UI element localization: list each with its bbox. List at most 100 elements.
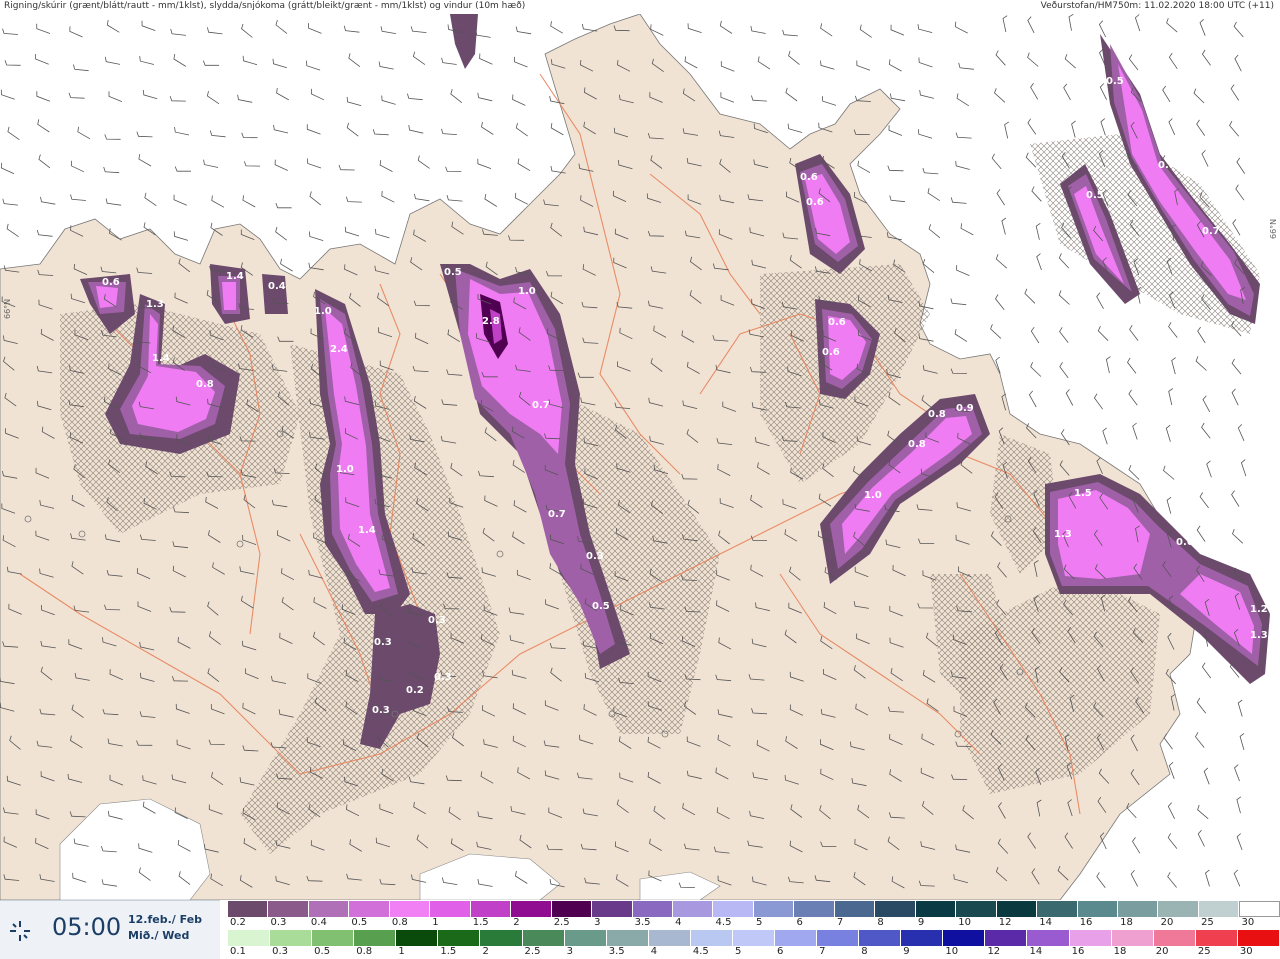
snow-scale-label: 25 xyxy=(1201,917,1214,928)
snow-swatch xyxy=(996,901,1038,917)
rain-scale-label: 7 xyxy=(819,946,826,957)
snow-scale-label: 7 xyxy=(836,917,844,928)
forecast-date: 12.feb./ Feb xyxy=(128,913,203,926)
animation-icon[interactable] xyxy=(8,919,32,943)
snow-scale-label: 4.5 xyxy=(715,917,732,928)
snow-scale-label: 9 xyxy=(917,917,925,928)
snow-scale-label: 1.5 xyxy=(472,917,489,928)
value-label: 0.8 xyxy=(908,439,926,450)
snow-swatch xyxy=(753,901,795,917)
rain-swatch xyxy=(438,930,481,946)
snow-swatch xyxy=(834,901,876,917)
value-label: 0.7 xyxy=(532,400,550,411)
value-label: 1.0 xyxy=(336,464,354,475)
snow-swatch xyxy=(1117,901,1159,917)
rain-scale-label: 18 xyxy=(1113,946,1127,957)
value-label: 1.3 xyxy=(1054,529,1072,540)
value-label: 2.4 xyxy=(330,344,348,355)
snow-swatch xyxy=(956,901,997,917)
rain-swatch xyxy=(1027,930,1070,946)
rain-swatch xyxy=(270,930,313,946)
value-label: 0.6 xyxy=(806,197,824,208)
rain-swatch xyxy=(354,930,397,946)
snow-scale-label: 30 xyxy=(1241,917,1255,928)
value-label: 0.7 xyxy=(1202,226,1220,237)
rain-scale-label: 25 xyxy=(1197,946,1211,957)
value-label: 0.3 xyxy=(374,637,392,648)
rain-swatch xyxy=(1069,930,1112,946)
snow-swatch xyxy=(268,901,309,917)
snow-swatch xyxy=(1037,901,1078,917)
value-label: 0.7 xyxy=(1158,160,1176,171)
rain-scale-label: 1 xyxy=(398,946,405,957)
snow-scale-label: 20 xyxy=(1160,917,1174,928)
snow-scale-labels: 0.2 0.3 0.4 0.5 0.8 1 1.5 2 2.5 3 3.5 4 4.5 5 6 7 8 9 10 12… xyxy=(228,917,1280,929)
rain-swatch xyxy=(732,930,776,946)
rain-scale-label: 0.8 xyxy=(356,946,373,957)
rain-scale-label: 0.5 xyxy=(314,946,331,957)
snow-swatch xyxy=(592,901,633,917)
snow-swatch xyxy=(632,901,673,917)
value-label: 0.7 xyxy=(548,509,566,520)
rain-scale-label: 1.5 xyxy=(440,946,457,957)
snow-swatch xyxy=(308,901,350,917)
value-label: 1.4 xyxy=(358,525,376,536)
rain-swatch xyxy=(775,930,818,946)
rain-scale-label: 9 xyxy=(903,946,910,957)
snow-swatch xyxy=(915,901,957,917)
snow-swatches xyxy=(228,901,1280,917)
rain-swatch xyxy=(312,930,355,946)
snow-scale-label: 4 xyxy=(675,917,682,928)
rain-scale-label: 30 xyxy=(1239,946,1253,957)
rain-swatch xyxy=(1111,930,1154,946)
value-label: 0.3 xyxy=(428,615,446,626)
snow-scale-label: 2.5 xyxy=(553,917,570,928)
rain-swatch xyxy=(817,930,860,946)
rain-swatch xyxy=(985,930,1028,946)
snow-swatch xyxy=(1158,901,1199,917)
value-label: 1.0 xyxy=(864,490,882,501)
model-run-label: Veðurstofan/HM750m: 11.02.2020 18:00 UTC… xyxy=(1040,1,1274,11)
rain-scale-label: 14 xyxy=(1029,946,1043,957)
value-label: 1.0 xyxy=(314,306,332,317)
value-label: 0.9 xyxy=(956,403,974,414)
value-label: 1.4 xyxy=(152,353,170,364)
snow-scale-label: 3.5 xyxy=(634,917,651,928)
value-label: 0.6 xyxy=(828,317,846,328)
snow-scale-label: 18 xyxy=(1120,917,1133,928)
snow-scale-label: 8 xyxy=(877,917,884,928)
snow-scale-label: 3 xyxy=(594,917,601,928)
rain-scale-label: 10 xyxy=(945,946,959,957)
rain-swatch xyxy=(690,930,733,946)
rain-swatch xyxy=(396,930,439,946)
snow-swatch xyxy=(511,901,552,917)
rain-scale-label: 12 xyxy=(987,946,1001,957)
snow-swatch xyxy=(349,901,390,917)
time-panel: 05:00 12.feb./ Feb Mið./ Wed xyxy=(0,900,220,959)
forecast-weekday: Mið./ Wed xyxy=(128,929,190,942)
rain-swatch xyxy=(859,930,902,946)
rain-swatch xyxy=(1153,930,1196,946)
snow-swatch xyxy=(713,901,754,917)
rain-swatch xyxy=(1195,930,1238,946)
rain-scale-label: 0.1 xyxy=(230,946,246,957)
rain-swatch xyxy=(480,930,523,946)
snow-scale-label: 12 xyxy=(998,917,1012,928)
rain-scale-labels: 0.1 0.3 0.5 0.8 1 1.5 2 2.5 3 3.5 4 4.5 5 6 7 8 9 10 12 14 1… xyxy=(228,946,1280,958)
rain-scale-label: 6 xyxy=(777,946,784,957)
rain-swatch xyxy=(943,930,986,946)
snow-color-scale: 0.2 0.3 0.4 0.5 0.8 1 1.5 2 2.5 3 3.5 4 4.5 5 6 7 8 9 10 12… xyxy=(228,900,1280,929)
value-label: 1.3 xyxy=(1250,630,1268,641)
snow-swatch xyxy=(470,901,512,917)
value-label: 1.4 xyxy=(226,271,244,282)
snow-swatch xyxy=(1198,901,1240,917)
value-label: 0.2 xyxy=(406,685,424,696)
rain-scale-label: 8 xyxy=(861,946,868,957)
snow-swatch xyxy=(1077,901,1118,917)
rain-swatch xyxy=(564,930,607,946)
forecast-map[interactable]: 66°N 66°N 0.6 1.3 1.4 0.8 1.4 0.4 1.0 2.… xyxy=(0,14,1280,900)
rain-scale-label: 20 xyxy=(1155,946,1169,957)
snow-scale-label: 10 xyxy=(958,917,972,928)
snow-scale-label: 0.5 xyxy=(351,917,368,928)
snow-swatch xyxy=(430,901,471,917)
